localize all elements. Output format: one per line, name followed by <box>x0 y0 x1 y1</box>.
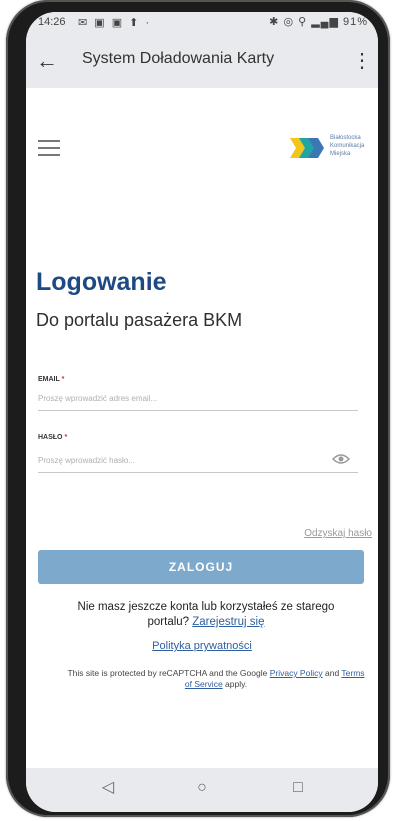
android-nav-bar: ◁ ○ □ <box>26 768 378 812</box>
status-time: 14:26 <box>38 16 66 28</box>
email-label: EMAIL * <box>38 376 65 383</box>
kebab-menu-icon[interactable]: ⋮ <box>352 48 372 73</box>
register-prompt: Nie masz jeszcze konta lub korzystałeś z… <box>77 601 335 628</box>
forgot-password-link[interactable]: Odzyskaj hasło <box>304 528 372 539</box>
page-subtitle: Do portalu pasażera BKM <box>36 310 243 330</box>
page-content: Białostocka Komunikacja Miejska Logowani… <box>26 88 378 768</box>
email-field[interactable]: Proszę wprowadzić adres email... <box>38 388 358 411</box>
eye-icon[interactable] <box>332 452 350 466</box>
nav-home-icon[interactable]: ○ <box>192 778 212 798</box>
status-bar: 14:26 ✉ ▣ ▣ ⬆ · ✱ ◎ ⚲ ▂▄▆ 91% <box>26 12 378 36</box>
register-link[interactable]: Zarejestruj się <box>192 616 264 628</box>
app-title: System Doładowania Karty <box>82 50 275 67</box>
page-title: Logowanie <box>36 268 167 296</box>
privacy-policy-link[interactable]: Polityka prywatności <box>26 640 378 652</box>
screen: 14:26 ✉ ▣ ▣ ⬆ · ✱ ◎ ⚲ ▂▄▆ 91% ← System D… <box>26 12 378 812</box>
hamburger-menu-icon[interactable] <box>38 140 60 161</box>
bkm-logo-icon <box>290 138 324 158</box>
back-arrow-icon[interactable]: ← <box>36 48 58 74</box>
recaptcha-notice: This site is protected by reCAPTCHA and … <box>67 668 365 689</box>
password-placeholder: Proszę wprowadzić hasło... <box>38 456 135 465</box>
logo-text: Białostocka Komunikacja Miejska <box>330 135 365 157</box>
password-field[interactable]: Proszę wprowadzić hasło... <box>38 450 358 473</box>
nav-back-icon[interactable]: ◁ <box>98 778 118 798</box>
system-icons: ✱ ◎ ⚲ ▂▄▆ 91% <box>269 16 368 28</box>
app-bar: ← System Doładowania Karty ⋮ <box>26 36 378 89</box>
email-placeholder: Proszę wprowadzić adres email... <box>38 394 158 403</box>
login-button[interactable]: ZALOGUJ <box>38 550 364 584</box>
bkm-logo[interactable]: Białostocka Komunikacja Miejska <box>290 132 370 170</box>
phone-frame: 14:26 ✉ ▣ ▣ ⬆ · ✱ ◎ ⚲ ▂▄▆ 91% ← System D… <box>6 0 390 817</box>
notification-icons: ✉ ▣ ▣ ⬆ · <box>78 17 152 29</box>
password-label: HASŁO * <box>38 434 68 441</box>
google-privacy-link[interactable]: Privacy Policy <box>270 668 323 678</box>
nav-recents-icon[interactable]: □ <box>288 778 308 798</box>
